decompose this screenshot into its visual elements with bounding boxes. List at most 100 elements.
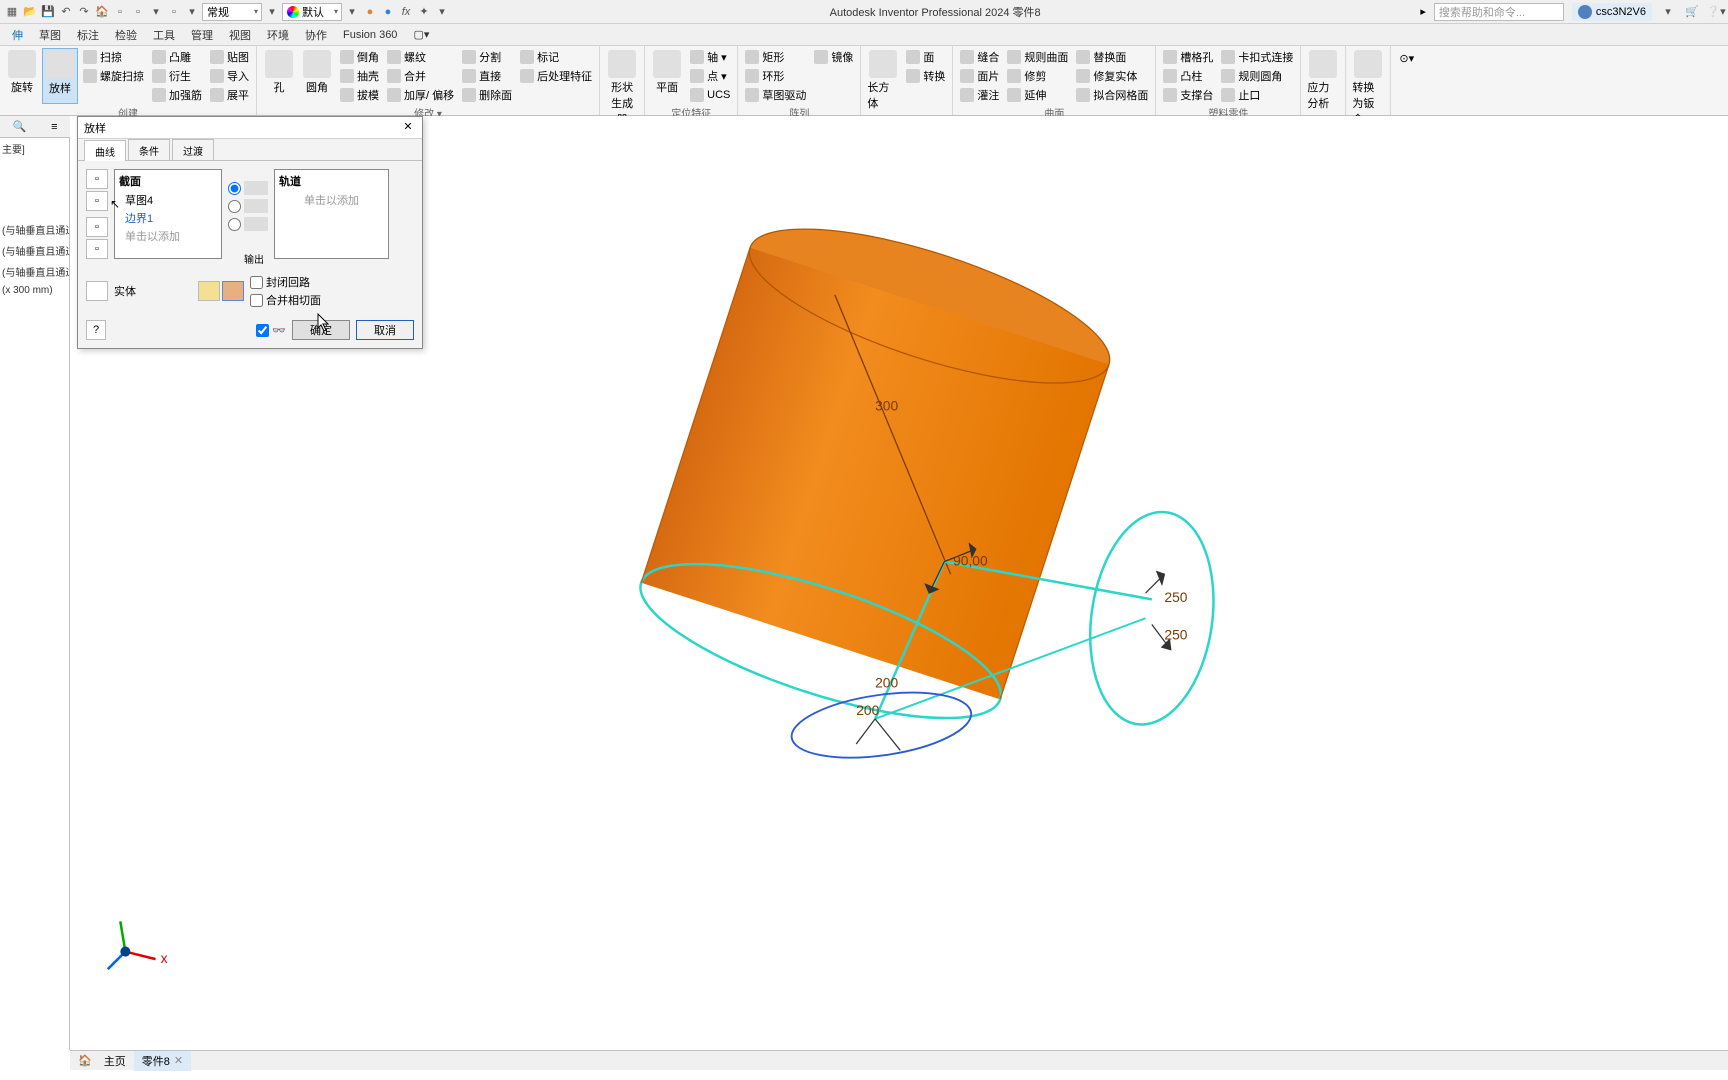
section-item-0[interactable]: 草图4	[119, 191, 217, 209]
output-surface-icon[interactable]	[222, 281, 244, 301]
app-menu-icon[interactable]: ▦	[4, 4, 20, 20]
open-icon[interactable]: 📂	[22, 4, 38, 20]
lip-button[interactable]: 止口	[1218, 86, 1296, 104]
closed-loop-checkbox[interactable]: 封闭回路	[250, 274, 321, 290]
draft-button[interactable]: 拔模	[337, 86, 382, 104]
boss-button[interactable]: 凸柱	[1160, 67, 1216, 85]
snapfit-button[interactable]: 卡扣式连接	[1218, 48, 1296, 66]
dialog-tab-conditions[interactable]: 条件	[128, 139, 170, 160]
thicken-button[interactable]: 加厚/ 偏移	[384, 86, 457, 104]
section-select-4[interactable]: ▫	[86, 239, 108, 259]
model-browser[interactable]: 主要] (与轴垂直且通过点 (与轴垂直且通过点 (与轴垂直且通过点 (x 300…	[0, 138, 70, 1050]
shell-button[interactable]: 抽壳	[337, 67, 382, 85]
user-badge[interactable]: csc3N2V6	[1572, 3, 1652, 21]
rail-mode-2[interactable]	[228, 199, 268, 213]
menu-item-4[interactable]: 工具	[145, 25, 183, 45]
appearance-combo[interactable]: 默认	[282, 3, 342, 21]
split-button[interactable]: 分割	[459, 48, 515, 66]
qat-dropdown-1[interactable]: ▾	[148, 4, 164, 20]
sketchpattern-button[interactable]: 草图驱动	[742, 86, 809, 104]
stress-button[interactable]: 应力分析	[1305, 48, 1341, 113]
browser-item-1[interactable]: (与轴垂直且通过点	[0, 240, 69, 261]
browser-root[interactable]: 主要]	[0, 138, 69, 159]
dialog-tab-transition[interactable]: 过渡	[172, 139, 214, 160]
rail-mode-3[interactable]	[228, 217, 268, 231]
point-button[interactable]: 点 ▾	[687, 67, 733, 85]
browser-item-3[interactable]: (x 300 mm)	[0, 282, 69, 299]
thread-button[interactable]: 螺纹	[384, 48, 457, 66]
cancel-button[interactable]: 取消	[356, 320, 414, 340]
qat-icon-2[interactable]: ▫	[130, 4, 146, 20]
menu-item-9[interactable]: Fusion 360	[335, 25, 405, 45]
repair-button[interactable]: 修复实体	[1073, 67, 1151, 85]
menu-item-3[interactable]: 检验	[107, 25, 145, 45]
deleteface-button[interactable]: 删除面	[459, 86, 515, 104]
menu-item-5[interactable]: 管理	[183, 25, 221, 45]
menu-overflow[interactable]: ▢▾	[405, 25, 437, 45]
plane-button[interactable]: 平面	[649, 48, 685, 104]
help-icon[interactable]: ❔▾	[1708, 4, 1724, 20]
home-icon[interactable]: 🏠	[94, 4, 110, 20]
decal-button[interactable]: 贴图	[207, 48, 252, 66]
fitmesh-button[interactable]: 拟合网格面	[1073, 86, 1151, 104]
direct-button[interactable]: 直接	[459, 67, 515, 85]
redo-icon[interactable]: ↷	[76, 4, 92, 20]
mark-button[interactable]: 标记	[517, 48, 595, 66]
doc-tab-part[interactable]: 零件8✕	[134, 1051, 191, 1071]
menu-item-6[interactable]: 视图	[221, 25, 259, 45]
rest-button[interactable]: 支撑台	[1160, 86, 1216, 104]
tabs-home-icon[interactable]: 🏠	[74, 1054, 96, 1067]
output-solid-icon[interactable]	[198, 281, 220, 301]
color-icon-2[interactable]: ●	[380, 4, 396, 20]
menu-item-2[interactable]: 标注	[69, 25, 107, 45]
trim-button[interactable]: 修剪	[1004, 67, 1071, 85]
rectpattern-button[interactable]: 矩形	[742, 48, 809, 66]
postprocess-button[interactable]: 后处理特征	[517, 67, 595, 85]
sweep-button[interactable]: 扫掠	[80, 48, 147, 66]
search-input[interactable]: 搜索帮助和命令...	[1434, 3, 1564, 21]
rib-button[interactable]: 加强筋	[149, 86, 205, 104]
extend-button[interactable]: 延伸	[1004, 86, 1071, 104]
fillet-button[interactable]: 圆角	[299, 48, 335, 104]
browser-menu-icon[interactable]: ≡	[51, 121, 57, 133]
stitch-button[interactable]: 缝合	[957, 48, 1002, 66]
close-tab-icon[interactable]: ✕	[174, 1054, 183, 1067]
sections-listbox[interactable]: 截面 草图4 边界1 单击以添加	[114, 169, 222, 259]
section-item-1[interactable]: 边界1	[119, 209, 217, 227]
search-trigger-icon[interactable]: ▸	[1420, 5, 1426, 18]
patch-button[interactable]: 面片	[957, 67, 1002, 85]
import-button[interactable]: 导入	[207, 67, 252, 85]
menu-item-8[interactable]: 协作	[297, 25, 335, 45]
sculpt-button[interactable]: 灌注	[957, 86, 1002, 104]
material-combo[interactable]: 常规	[202, 3, 262, 21]
menu-item-0[interactable]: 伸	[4, 25, 31, 45]
qat-icon-3[interactable]: ▫	[166, 4, 182, 20]
chamfer-button[interactable]: 倒角	[337, 48, 382, 66]
grill-button[interactable]: 槽格孔	[1160, 48, 1216, 66]
undo-icon[interactable]: ↶	[58, 4, 74, 20]
solid-picker[interactable]	[86, 281, 108, 301]
qat-icon-4[interactable]: ✦	[416, 4, 432, 20]
menu-item-7[interactable]: 环境	[259, 25, 297, 45]
replface-button[interactable]: 替换面	[1073, 48, 1151, 66]
revolve-button[interactable]: 旋转	[4, 48, 40, 104]
rail-mode-1[interactable]	[228, 181, 268, 195]
hole-button[interactable]: 孔	[261, 48, 297, 104]
qat-dropdown-3[interactable]: ▾	[264, 4, 280, 20]
rails-hint[interactable]: 单击以添加	[279, 191, 384, 209]
circpattern-button[interactable]: 环形	[742, 67, 809, 85]
section-select-1[interactable]: ▫	[86, 169, 108, 189]
dialog-tab-curves[interactable]: 曲线	[84, 140, 126, 161]
color-icon-1[interactable]: ●	[362, 4, 378, 20]
loft-button[interactable]: 放样	[42, 48, 78, 104]
rails-listbox[interactable]: 轨道 单击以添加	[274, 169, 389, 259]
save-icon[interactable]: 💾	[40, 4, 56, 20]
derive-button[interactable]: 衍生	[149, 67, 205, 85]
cart-icon[interactable]: 🛒	[1684, 4, 1700, 20]
qat-dropdown-4[interactable]: ▾	[344, 4, 360, 20]
fx-icon[interactable]: fx	[398, 4, 414, 20]
coil-button[interactable]: 螺旋扫掠	[80, 67, 147, 85]
merge-tangent-checkbox[interactable]: 合并相切面	[250, 292, 321, 308]
rulefillet-button[interactable]: 规则圆角	[1218, 67, 1296, 85]
browser-item-2[interactable]: (与轴垂直且通过点	[0, 261, 69, 282]
